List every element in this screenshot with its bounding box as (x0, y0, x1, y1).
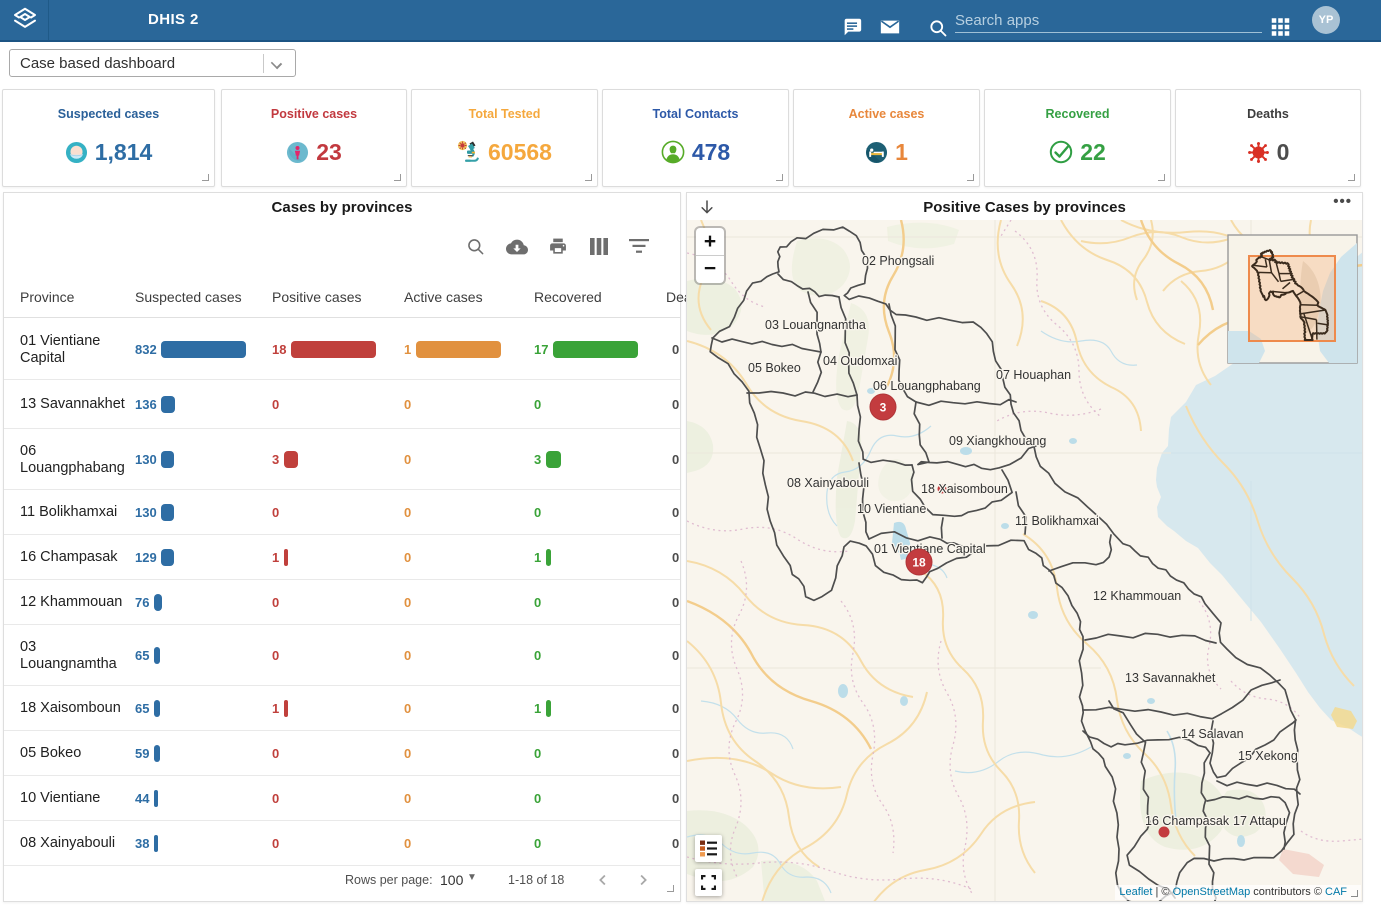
svg-text:17 Attapu: 17 Attapu (1233, 814, 1286, 828)
svg-text:18: 18 (912, 556, 926, 570)
svg-text:05 Bokeo: 05 Bokeo (748, 361, 801, 375)
svg-text:06 Louangphabang: 06 Louangphabang (873, 379, 981, 393)
svg-text:15 Xekong: 15 Xekong (1238, 749, 1298, 763)
svg-text:09 Xiangkhouang: 09 Xiangkhouang (949, 434, 1046, 448)
svg-text:12 Khammouan: 12 Khammouan (1093, 589, 1181, 603)
svg-text:08 Xainyabouli: 08 Xainyabouli (787, 476, 869, 490)
svg-text:03 Louangnamtha: 03 Louangnamtha (765, 318, 866, 332)
svg-text:16 Champasak: 16 Champasak (1145, 814, 1230, 828)
svg-text:04 Oudomxai: 04 Oudomxai (823, 354, 897, 368)
svg-text:3: 3 (880, 401, 887, 415)
svg-text:13 Savannakhet: 13 Savannakhet (1125, 671, 1216, 685)
svg-text:11 Bolikhamxai: 11 Bolikhamxai (1015, 514, 1099, 528)
svg-text:18 Xaisomboun: 18 Xaisomboun (921, 482, 1008, 496)
svg-text:10 Vientiane: 10 Vientiane (857, 502, 926, 516)
svg-text:14 Salavan: 14 Salavan (1181, 727, 1244, 741)
svg-text:01 Vientiane Capital: 01 Vientiane Capital (874, 542, 986, 556)
svg-text:02 Phongsali: 02 Phongsali (862, 254, 934, 268)
svg-text:07 Houaphan: 07 Houaphan (996, 368, 1071, 382)
